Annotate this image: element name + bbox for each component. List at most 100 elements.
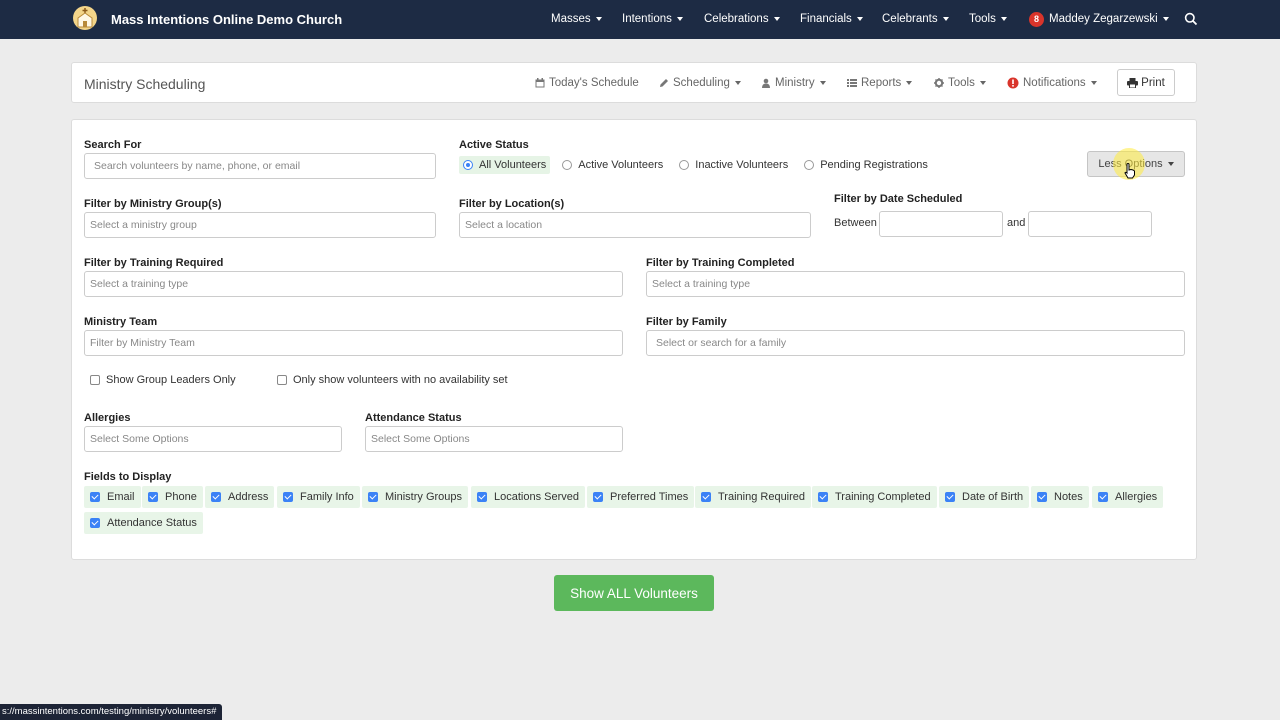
field-email-checkbox[interactable]: Email xyxy=(84,486,141,508)
checkbox-checked-icon xyxy=(477,492,487,502)
field-notes-checkbox[interactable]: Notes xyxy=(1031,486,1089,508)
filter-panel: Search For Search volunteers by name, ph… xyxy=(71,119,1197,560)
field-label: Ministry Groups xyxy=(385,491,463,503)
date-from-input[interactable] xyxy=(879,211,1003,237)
field-label: Preferred Times xyxy=(610,491,689,503)
checkbox-checked-icon xyxy=(818,492,828,502)
reports-menu[interactable]: Reports xyxy=(847,77,913,89)
radio-all-volunteers[interactable]: All Volunteers xyxy=(459,156,551,174)
status-bar-url: s://massintentions.com/testing/ministry/… xyxy=(0,704,223,720)
checkbox-checked-icon xyxy=(90,518,100,528)
nav-tools[interactable]: Tools xyxy=(969,13,1007,25)
nav-financials[interactable]: Financials xyxy=(800,13,863,25)
field-label: Phone xyxy=(165,491,197,503)
date-to-input[interactable] xyxy=(1028,211,1152,237)
field-ministry-groups-checkbox[interactable]: Ministry Groups xyxy=(362,486,469,508)
radio-selected-icon xyxy=(463,160,473,170)
calendar-icon xyxy=(535,78,545,88)
training-completed-label: Filter by Training Completed xyxy=(646,257,795,269)
nav-masses[interactable]: Masses xyxy=(551,13,602,25)
nav-celebrations[interactable]: Celebrations xyxy=(704,13,780,25)
training-required-label: Filter by Training Required xyxy=(84,257,224,269)
chevron-down-icon xyxy=(979,81,986,85)
date-scheduled-label: Filter by Date Scheduled xyxy=(834,193,963,205)
search-icon[interactable] xyxy=(1184,12,1198,26)
church-logo-icon[interactable] xyxy=(72,5,98,31)
nav-intentions-label: Intentions xyxy=(622,13,672,25)
fields-to-display-label: Fields to Display xyxy=(84,471,172,483)
field-locations-served-checkbox[interactable]: Locations Served xyxy=(471,486,585,508)
allergies-select[interactable]: Select Some Options xyxy=(84,426,342,452)
and-label: and xyxy=(1007,217,1026,229)
family-select[interactable]: Select or search for a family xyxy=(646,330,1185,356)
chevron-down-icon xyxy=(773,16,780,21)
field-label: Allergies xyxy=(1115,491,1158,503)
field-family-info-checkbox[interactable]: Family Info xyxy=(277,486,360,508)
field-label: Locations Served xyxy=(494,491,579,503)
attendance-status-select[interactable]: Select Some Options xyxy=(365,426,623,452)
chevron-down-icon xyxy=(856,16,863,21)
group-leaders-checkbox[interactable]: Show Group Leaders Only xyxy=(90,374,236,386)
active-status-label: Active Status xyxy=(459,139,529,151)
radio-pending-registrations-label: Pending Registrations xyxy=(820,159,928,171)
notifications-menu[interactable]: Notifications xyxy=(1007,77,1097,89)
checkbox-checked-icon xyxy=(1037,492,1047,502)
print-button[interactable]: Print xyxy=(1117,69,1175,96)
radio-active-volunteers[interactable]: Active Volunteers xyxy=(558,156,667,174)
field-preferred-times-checkbox[interactable]: Preferred Times xyxy=(587,486,695,508)
ministry-team-label: Ministry Team xyxy=(84,316,158,328)
training-required-select[interactable]: Select a training type xyxy=(84,271,623,297)
checkbox-icon xyxy=(277,375,287,385)
notification-count-badge[interactable]: 8 xyxy=(1029,12,1044,27)
location-select[interactable]: Select a location xyxy=(459,212,811,238)
group-leaders-label: Show Group Leaders Only xyxy=(106,374,236,386)
tools-menu[interactable]: Tools xyxy=(934,77,986,89)
show-all-volunteers-button[interactable]: Show ALL Volunteers xyxy=(554,575,714,611)
radio-inactive-volunteers[interactable]: Inactive Volunteers xyxy=(675,156,792,174)
field-label: Email xyxy=(107,491,135,503)
field-label: Date of Birth xyxy=(962,491,1024,503)
ministry-label: Ministry xyxy=(775,77,815,89)
search-label: Search For xyxy=(84,139,142,151)
search-input[interactable]: Search volunteers by name, phone, or ema… xyxy=(84,153,436,179)
checkbox-checked-icon xyxy=(283,492,293,502)
user-icon xyxy=(762,78,770,88)
training-completed-select[interactable]: Select a training type xyxy=(646,271,1185,297)
ministry-menu[interactable]: Ministry xyxy=(761,77,826,89)
field-label: Attendance Status xyxy=(107,517,197,529)
todays-schedule-link[interactable]: Today's Schedule xyxy=(535,77,639,89)
brand-title[interactable]: Mass Intentions Online Demo Church xyxy=(111,12,342,27)
scheduling-menu[interactable]: Scheduling xyxy=(659,77,741,89)
notifications-label: Notifications xyxy=(1023,77,1086,89)
field-date-of-birth-checkbox[interactable]: Date of Birth xyxy=(939,486,1030,508)
field-phone-checkbox[interactable]: Phone xyxy=(142,486,203,508)
field-label: Address xyxy=(228,491,269,503)
ministry-team-select[interactable]: Filter by Ministry Team xyxy=(84,330,623,356)
print-label: Print xyxy=(1141,76,1165,89)
ministry-group-select[interactable]: Select a ministry group xyxy=(84,212,436,238)
chevron-down-icon xyxy=(942,16,949,21)
no-availability-checkbox[interactable]: Only show volunteers with no availabilit… xyxy=(277,374,508,386)
chevron-down-icon xyxy=(1090,81,1097,85)
nav-masses-label: Masses xyxy=(551,13,591,25)
family-label: Filter by Family xyxy=(646,316,727,328)
field-training-completed-checkbox[interactable]: Training Completed xyxy=(812,486,937,508)
scheduling-label: Scheduling xyxy=(673,77,730,89)
checkbox-checked-icon xyxy=(701,492,711,502)
field-address-checkbox[interactable]: Address xyxy=(205,486,275,508)
field-label: Family Info xyxy=(300,491,354,503)
nav-intentions[interactable]: Intentions xyxy=(622,13,683,25)
checkbox-checked-icon xyxy=(148,492,158,502)
checkbox-checked-icon xyxy=(1098,492,1108,502)
chevron-down-icon xyxy=(734,81,741,85)
field-allergies-checkbox[interactable]: Allergies xyxy=(1092,486,1164,508)
nav-celebrants[interactable]: Celebrants xyxy=(882,13,949,25)
chevron-down-icon xyxy=(819,81,826,85)
nav-user-menu[interactable]: Maddey Zegarzewski xyxy=(1049,13,1169,25)
field-attendance-status-checkbox[interactable]: Attendance Status xyxy=(84,512,203,534)
radio-pending-registrations[interactable]: Pending Registrations xyxy=(800,156,932,174)
allergies-label: Allergies xyxy=(84,412,131,424)
field-training-required-checkbox[interactable]: Training Required xyxy=(695,486,812,508)
radio-all-volunteers-label: All Volunteers xyxy=(479,159,547,171)
checkbox-checked-icon xyxy=(211,492,221,502)
